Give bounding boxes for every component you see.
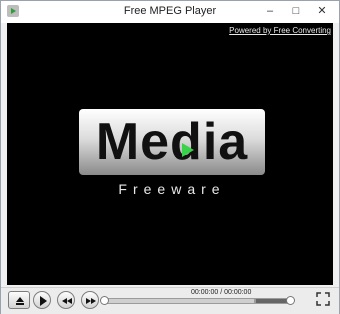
powered-by-link[interactable]: Powered by Free Converting — [229, 26, 331, 35]
play-icon — [40, 296, 47, 306]
control-bar: 00:00:00 / 00:00:00 — [1, 287, 339, 314]
time-display: 00:00:00 / 00:00:00 — [191, 289, 252, 296]
eject-button[interactable] — [8, 291, 30, 309]
volume-fill — [256, 299, 290, 303]
fullscreen-icon[interactable] — [316, 292, 330, 306]
previous-button[interactable] — [57, 291, 75, 309]
volume-slider[interactable] — [255, 296, 295, 305]
logo-play-icon — [182, 143, 194, 157]
eject-icon — [16, 297, 24, 305]
logo-subtext: Freeware — [118, 181, 226, 197]
minimize-button[interactable]: – — [257, 1, 283, 21]
close-button[interactable]: ✕ — [309, 1, 335, 21]
play-button[interactable] — [33, 291, 51, 309]
seek-thumb[interactable] — [100, 296, 109, 305]
volume-thumb[interactable] — [286, 296, 295, 305]
title-bar[interactable]: Free MPEG Player – □ ✕ — [1, 1, 339, 23]
maximize-button[interactable]: □ — [283, 1, 309, 21]
previous-icon — [62, 298, 72, 304]
media-freeware-logo: Media Freeware — [79, 109, 265, 219]
player-window: Free MPEG Player – □ ✕ Powered by Free C… — [0, 0, 340, 314]
next-icon — [86, 298, 96, 304]
seek-bar[interactable] — [100, 296, 255, 305]
video-area[interactable]: Powered by Free Converting Media Freewar… — [7, 23, 333, 285]
logo-text: Media — [95, 113, 249, 171]
next-button[interactable] — [81, 291, 99, 309]
